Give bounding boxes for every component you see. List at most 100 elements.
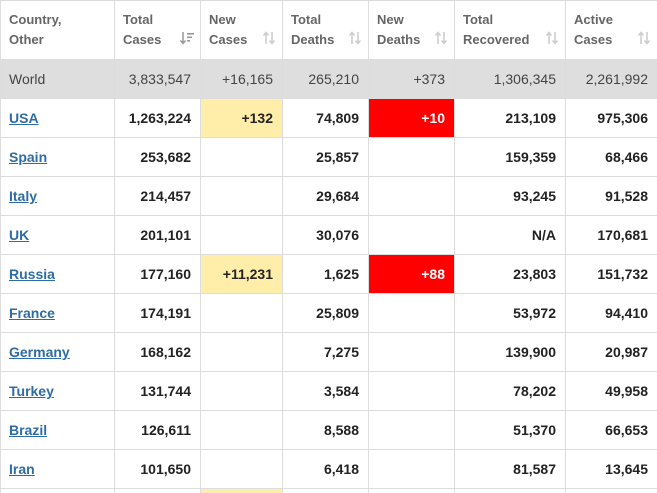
total-deaths-cell: 74,809 bbox=[283, 99, 369, 138]
total-recovered-cell: 78,202 bbox=[455, 372, 566, 411]
table-header-row: Country, OtherTotal CasesNew CasesTotal … bbox=[1, 1, 657, 60]
new-deaths-cell: +88 bbox=[369, 255, 455, 294]
active-cases-cell: 20,987 bbox=[566, 333, 657, 372]
new-cases-cell bbox=[201, 216, 283, 255]
world-country-cell: World bbox=[1, 60, 115, 99]
country-cell: Russia bbox=[1, 255, 115, 294]
total-recovered-cell: 139,900 bbox=[455, 333, 566, 372]
total-deaths-cell: 8,588 bbox=[283, 411, 369, 450]
total-recovered-cell: 23,803 bbox=[455, 255, 566, 294]
total-recovered-cell: N/A bbox=[455, 216, 566, 255]
table-row: France 174,191 25,809 53,97294,410 bbox=[1, 294, 657, 333]
new-deaths-cell bbox=[369, 177, 455, 216]
country-cell: Brazil bbox=[1, 411, 115, 450]
country-cell: Turkey bbox=[1, 372, 115, 411]
total-recovered-cell: 93,245 bbox=[455, 177, 566, 216]
sort-arrows-icon[interactable] bbox=[637, 31, 651, 45]
new-cases-cell bbox=[201, 372, 283, 411]
country-cell: USA bbox=[1, 99, 115, 138]
sort-arrows-icon[interactable] bbox=[348, 31, 362, 45]
total-deaths-cell: 3,584 bbox=[283, 372, 369, 411]
table-row: Russia 177,160+11,2311,625+8823,803151,73… bbox=[1, 255, 657, 294]
column-header-country-other[interactable]: Country, Other bbox=[1, 1, 115, 60]
new-deaths-cell bbox=[369, 333, 455, 372]
total-recovered-cell: 159,359 bbox=[455, 138, 566, 177]
total-recovered-cell: 213,109 bbox=[455, 99, 566, 138]
sort-arrows-icon[interactable] bbox=[262, 31, 276, 45]
country-cell: France bbox=[1, 294, 115, 333]
new-cases-cell bbox=[201, 333, 283, 372]
table-row: Spain 253,682 25,857 159,35968,466 bbox=[1, 138, 657, 177]
total-deaths-cell: 25,857 bbox=[283, 138, 369, 177]
table-row: Iran101,6506,41881,58713,645 bbox=[1, 450, 657, 489]
total-cases-cell: 131,744 bbox=[115, 372, 201, 411]
new-cases-cell: +11,231 bbox=[201, 255, 283, 294]
covid-stats-table: Country, OtherTotal CasesNew CasesTotal … bbox=[0, 0, 657, 493]
country-link[interactable]: UK bbox=[9, 227, 29, 243]
country-link[interactable]: Iran bbox=[9, 461, 35, 477]
table-row: USA 1,263,224+13274,809+10213,109975,306 bbox=[1, 99, 657, 138]
new-deaths-cell bbox=[369, 450, 455, 489]
column-header-active-cases[interactable]: Active Cases bbox=[566, 1, 657, 60]
world-active-cases-cell: 2,261,992 bbox=[566, 60, 657, 99]
country-cell: Iran bbox=[1, 450, 115, 489]
country-link[interactable]: Spain bbox=[9, 149, 47, 165]
country-link[interactable]: France bbox=[9, 305, 55, 321]
table-row: Turkey131,7443,58478,20249,958 bbox=[1, 372, 657, 411]
total-cases-cell: 177,160 bbox=[115, 255, 201, 294]
active-cases-cell: 151,732 bbox=[566, 255, 657, 294]
total-cases-cell: 174,191 bbox=[115, 294, 201, 333]
new-cases-cell bbox=[201, 294, 283, 333]
new-deaths-cell: +10 bbox=[369, 99, 455, 138]
sort-descending-icon[interactable] bbox=[180, 31, 194, 45]
active-cases-cell: 170,681 bbox=[566, 216, 657, 255]
column-header-label: Country, Other bbox=[1, 1, 114, 50]
total-deaths-cell: 29,684 bbox=[283, 177, 369, 216]
column-header-new-deaths[interactable]: New Deaths bbox=[369, 1, 455, 60]
country-link[interactable]: Germany bbox=[9, 344, 70, 360]
sort-arrows-icon[interactable] bbox=[545, 31, 559, 45]
world-new-cases-cell: +16,165 bbox=[201, 60, 283, 99]
total-cases-cell: 214,457 bbox=[115, 177, 201, 216]
new-cases-cell bbox=[201, 177, 283, 216]
column-header-total-recovered[interactable]: Total Recovered bbox=[455, 1, 566, 60]
total-cases-cell: 201,101 bbox=[115, 216, 201, 255]
country-link[interactable]: USA bbox=[9, 110, 39, 126]
country-link[interactable]: Turkey bbox=[9, 383, 54, 399]
active-cases-cell: 975,306 bbox=[566, 99, 657, 138]
new-deaths-cell bbox=[369, 216, 455, 255]
total-cases-cell: 168,162 bbox=[115, 333, 201, 372]
total-deaths-cell: 30,076 bbox=[283, 216, 369, 255]
column-header-new-cases[interactable]: New Cases bbox=[201, 1, 283, 60]
country-link[interactable]: Brazil bbox=[9, 422, 47, 438]
new-cases-cell bbox=[201, 138, 283, 177]
table-row: Brazil126,6118,58851,37066,653 bbox=[1, 411, 657, 450]
table-row: Italy 214,457 29,684 93,24591,528 bbox=[1, 177, 657, 216]
country-cell: Germany bbox=[1, 333, 115, 372]
country-link[interactable]: Russia bbox=[9, 266, 55, 282]
country-link[interactable]: Italy bbox=[9, 188, 37, 204]
total-deaths-cell: 1,625 bbox=[283, 255, 369, 294]
column-header-total-deaths[interactable]: Total Deaths bbox=[283, 1, 369, 60]
total-deaths-cell: 25,809 bbox=[283, 294, 369, 333]
active-cases-cell: 66,653 bbox=[566, 411, 657, 450]
active-cases-cell: 91,528 bbox=[566, 177, 657, 216]
total-cases-cell: 126,611 bbox=[115, 411, 201, 450]
new-cases-cell bbox=[201, 450, 283, 489]
country-cell: UK bbox=[1, 216, 115, 255]
sort-arrows-icon[interactable] bbox=[434, 31, 448, 45]
total-cases-cell: 253,682 bbox=[115, 138, 201, 177]
new-cases-cell: +132 bbox=[201, 99, 283, 138]
column-header-total-cases[interactable]: Total Cases bbox=[115, 1, 201, 60]
total-deaths-cell: 7,275 bbox=[283, 333, 369, 372]
world-new-deaths-cell: +373 bbox=[369, 60, 455, 99]
total-recovered-cell: 53,972 bbox=[455, 294, 566, 333]
new-deaths-cell bbox=[369, 138, 455, 177]
country-cell: Italy bbox=[1, 177, 115, 216]
table-row: UK 201,101 30,076 N/A170,681 bbox=[1, 216, 657, 255]
active-cases-cell: 68,466 bbox=[566, 138, 657, 177]
total-cases-cell: 1,263,224 bbox=[115, 99, 201, 138]
new-cases-cell bbox=[201, 411, 283, 450]
world-total-deaths-cell: 265,210 bbox=[283, 60, 369, 99]
active-cases-cell: 94,410 bbox=[566, 294, 657, 333]
